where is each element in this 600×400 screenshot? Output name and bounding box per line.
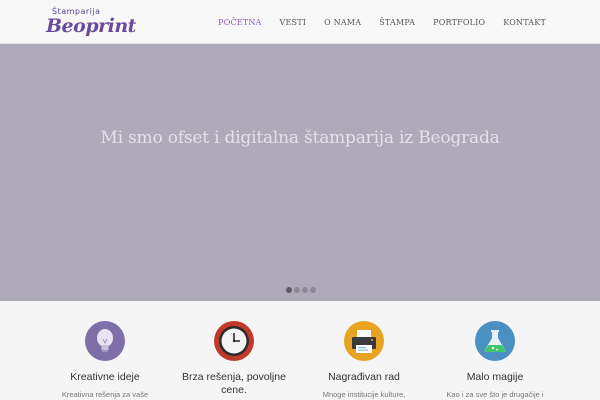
feature-text: Kreativna rešenja za vaše: [61, 390, 149, 399]
slider-pagination: [286, 287, 318, 293]
feature-card-brza-resenja: Brza rešenja, povoljne cene.: [169, 321, 299, 397]
printer-icon: [344, 321, 384, 361]
nav-item-o-nama[interactable]: O NAMA: [324, 18, 361, 27]
feature-title: Malo magije: [466, 371, 524, 383]
slider-dot-4[interactable]: [310, 287, 316, 293]
feature-title: Kreativne ideje: [70, 371, 140, 383]
feature-card-nagradjivan-rad: Nagrađivan rad Mnoge institucije kulture…: [299, 321, 429, 400]
feature-card-kreativne-ideje: Kreativne ideje Kreativna rešenja za vaš…: [40, 321, 170, 400]
nav-item-stampa[interactable]: ŠTAMPA: [379, 18, 415, 27]
feature-text: Mnoge institucije kulture,: [322, 390, 406, 399]
feature-text: Kao i za sve što je drugačije i: [446, 390, 544, 399]
logo-title: Beoprint: [46, 15, 136, 37]
main-nav: POČETNA VESTI O NAMA ŠTAMPA PORTFOLIO KO…: [200, 0, 546, 44]
flask-icon: [475, 321, 515, 361]
features-section: Kreativne ideje Kreativna rešenja za vaš…: [0, 301, 600, 400]
slider-dot-2[interactable]: [294, 287, 300, 293]
nav-item-vesti[interactable]: VESTI: [280, 18, 307, 27]
nav-item-kontakt[interactable]: KONTAKT: [503, 18, 546, 27]
nav-item-portfolio[interactable]: PORTFOLIO: [433, 18, 485, 27]
site-logo[interactable]: Štamparija Beoprint: [46, 7, 136, 37]
hero-headline: Mi smo ofset i digitalna štamparija iz B…: [100, 128, 500, 148]
site-header: Štamparija Beoprint POČETNA VESTI O NAMA…: [0, 0, 600, 44]
feature-title: Brza rešenja, povoljne cene.: [182, 371, 286, 396]
lightbulb-icon: [85, 321, 125, 361]
feature-card-malo-magije: Malo magije Kao i za sve što je drugačij…: [430, 321, 560, 400]
feature-title: Nagrađivan rad: [328, 371, 400, 383]
nav-item-pocetna[interactable]: POČETNA: [218, 18, 261, 27]
slider-dot-3[interactable]: [302, 287, 308, 293]
slider-dot-1[interactable]: [286, 287, 292, 293]
clock-icon: [214, 321, 254, 361]
hero-slider: Mi smo ofset i digitalna štamparija iz B…: [0, 44, 600, 301]
